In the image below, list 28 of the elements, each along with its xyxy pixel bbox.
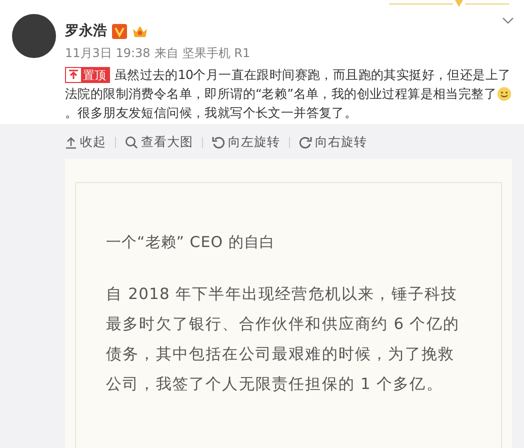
source-device[interactable]: 坚果手机 R1	[182, 45, 250, 62]
article-title: 一个“老赖” CEO 的自白	[106, 233, 276, 252]
rotate-left-icon	[212, 136, 225, 148]
article-body: 公司，我签了个人无限责任担保的 1 个多亿。	[106, 374, 443, 395]
rotate-right-icon	[299, 136, 312, 148]
source-label: 来自	[154, 45, 178, 62]
upload-arrow-icon	[65, 136, 77, 148]
toolbar-button[interactable]: 收起	[65, 134, 106, 150]
article-body: 债务，其中包括在公司最艰难的时候，为了挽救	[106, 344, 455, 365]
ornament-icon	[389, 0, 509, 8]
smiley-icon	[497, 86, 512, 102]
article-body: 最多时欠了银行、合作伙伴和供应商约 6 个亿的	[106, 314, 460, 335]
search-icon	[125, 136, 138, 148]
chevron-down-icon[interactable]	[502, 17, 514, 24]
verified-badge-icon	[112, 24, 127, 38]
article-image[interactable]: 一个“老赖” CEO 的自白 自 2018 年下半年出现经营危机以来，锤子科技 最多时欠了银行、合作伙伴和供应商约 6 个亿的 债务，其中包括在公司最艰难的时候，为了挽救 公司，我签了个人无限责任担保的 1 个多亿。	[65, 159, 512, 448]
toolbar-button[interactable]: 查看大图	[125, 134, 193, 150]
post-text: 。很多朋友发短信问候，我就写个长文一并答复了。	[65, 104, 358, 122]
toolbar-button[interactable]: 向左旋转	[212, 134, 280, 150]
crown-icon	[132, 24, 148, 38]
author-name[interactable]: 罗永浩	[65, 22, 107, 40]
post-text: 法院的限制消费令名单，即所谓的“老赖”名单，我的创业过程算是相当完整了	[65, 85, 496, 103]
pinned-badge: 置顶	[65, 66, 110, 82]
post-time[interactable]: 11月3日 19:38	[65, 45, 150, 62]
toolbar-button[interactable]: 向右旋转	[299, 134, 367, 150]
avatar[interactable]	[12, 14, 56, 58]
article-body: 自 2018 年下半年出现经营危机以来，锤子科技	[106, 284, 458, 305]
post-text: 虽然过去的10个月一直在跟时间赛跑，而且跑的其实挺好，但还是上了	[114, 66, 511, 84]
